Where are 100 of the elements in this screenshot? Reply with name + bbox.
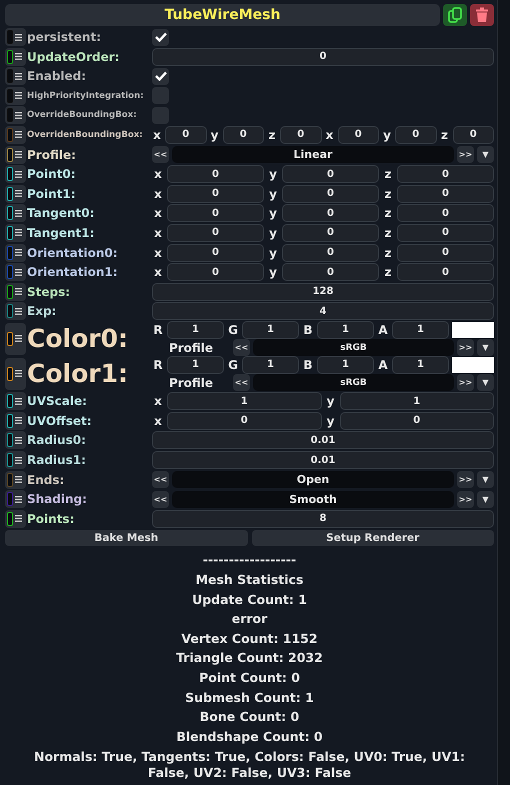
number-field[interactable]: 4 <box>152 302 494 320</box>
profile-label: Profile <box>168 340 214 355</box>
number-field[interactable]: 1 <box>340 392 494 410</box>
previous-button[interactable]: << <box>152 146 169 164</box>
number-field[interactable]: 8 <box>152 510 494 528</box>
number-field[interactable]: 0 <box>282 165 379 184</box>
number-field[interactable]: 1 <box>242 356 299 374</box>
dropdown-button[interactable]: ▼ <box>477 374 494 392</box>
field-handle[interactable] <box>5 204 26 222</box>
number-field[interactable]: 0 <box>165 126 206 144</box>
field-handle[interactable] <box>5 322 26 355</box>
number-field[interactable]: 0 <box>397 244 494 262</box>
next-button[interactable]: >> <box>457 374 474 392</box>
number-field[interactable]: 0.01 <box>152 431 494 450</box>
enum-field[interactable]: sRGB <box>253 374 454 392</box>
previous-button[interactable]: << <box>152 490 169 508</box>
field-handle[interactable] <box>5 392 26 410</box>
field-handle[interactable] <box>5 490 26 508</box>
color-swatch[interactable] <box>452 322 494 338</box>
field-handle[interactable] <box>5 412 26 430</box>
field-handle[interactable] <box>5 244 26 262</box>
enum-field[interactable]: Smooth <box>172 490 454 508</box>
field-handle[interactable] <box>5 263 26 282</box>
field-handle[interactable] <box>5 48 26 66</box>
action-button[interactable]: Setup Renderer <box>252 530 494 546</box>
field-handle[interactable] <box>5 106 26 124</box>
number-field[interactable]: 1 <box>317 320 374 339</box>
field-label: UVScale: <box>27 394 87 408</box>
enum-field[interactable]: Open <box>172 471 454 488</box>
field-handle[interactable] <box>5 28 26 46</box>
dropdown-button[interactable]: ▼ <box>477 339 494 356</box>
number-field[interactable]: 0 <box>397 165 494 184</box>
number-field[interactable]: 0 <box>280 126 322 144</box>
color-swatch[interactable] <box>452 356 494 373</box>
number-field[interactable]: 0 <box>397 263 494 282</box>
number-field[interactable]: 0 <box>167 184 264 203</box>
scrollbar[interactable] <box>497 0 510 785</box>
number-field[interactable]: 0 <box>397 204 494 222</box>
number-field[interactable]: 0 <box>282 263 379 282</box>
axis-label: y <box>326 394 336 408</box>
number-field[interactable]: 0 <box>167 224 264 242</box>
checkbox[interactable] <box>152 28 169 46</box>
field-handle[interactable] <box>5 302 26 320</box>
number-field[interactable]: 0 <box>340 412 494 430</box>
number-field[interactable]: 1 <box>167 392 322 410</box>
number-field[interactable]: 0 <box>167 165 264 184</box>
number-field[interactable]: 0 <box>167 263 264 282</box>
previous-button[interactable]: << <box>152 471 169 488</box>
field-handle[interactable] <box>5 146 26 164</box>
number-field[interactable]: 1 <box>167 356 224 374</box>
dropdown-button[interactable]: ▼ <box>477 146 494 164</box>
next-button[interactable]: >> <box>457 339 474 356</box>
number-field[interactable]: 1 <box>242 320 299 339</box>
field-handle[interactable] <box>5 282 26 301</box>
number-field[interactable]: 0 <box>282 244 379 262</box>
number-field[interactable]: 0 <box>397 184 494 203</box>
number-field[interactable]: 1 <box>392 320 449 339</box>
number-field[interactable]: 0 <box>338 126 379 144</box>
axis-label: y <box>268 206 278 220</box>
number-field[interactable]: 0 <box>152 48 494 66</box>
number-field[interactable]: 0 <box>282 224 379 242</box>
field-handle[interactable] <box>5 470 26 489</box>
field-handle[interactable] <box>5 431 26 450</box>
field-handle[interactable] <box>5 510 26 528</box>
field-handle[interactable] <box>5 451 26 470</box>
field-label: OverridenBoundingBox: <box>27 130 143 140</box>
dropdown-button[interactable]: ▼ <box>477 471 494 488</box>
next-button[interactable]: >> <box>457 471 474 488</box>
field-handle[interactable] <box>5 358 26 390</box>
enum-field[interactable]: Linear <box>172 146 454 164</box>
number-field[interactable]: 0 <box>282 204 379 222</box>
number-field[interactable]: 0 <box>397 224 494 242</box>
previous-button[interactable]: << <box>233 339 250 356</box>
enum-field[interactable]: sRGB <box>253 339 454 356</box>
number-field[interactable]: 1 <box>317 356 374 374</box>
number-field[interactable]: 1 <box>392 356 449 374</box>
next-button[interactable]: >> <box>457 490 474 508</box>
field-handle[interactable] <box>5 67 26 86</box>
number-field[interactable]: 0 <box>452 126 494 144</box>
number-field[interactable]: 0 <box>222 126 264 144</box>
checkbox[interactable] <box>152 68 169 85</box>
number-field[interactable]: 0 <box>167 244 264 262</box>
number-field[interactable]: 0 <box>282 184 379 203</box>
field-handle[interactable] <box>5 126 26 144</box>
duplicate-button[interactable] <box>443 4 467 26</box>
field-handle[interactable] <box>5 224 26 242</box>
next-button[interactable]: >> <box>457 146 474 164</box>
number-field[interactable]: 0 <box>167 204 264 222</box>
number-field[interactable]: 1 <box>167 320 224 339</box>
previous-button[interactable]: << <box>233 374 250 392</box>
delete-button[interactable] <box>470 4 494 26</box>
dropdown-button[interactable]: ▼ <box>477 490 494 508</box>
action-button[interactable]: Bake Mesh <box>5 530 248 546</box>
field-handle[interactable] <box>5 165 26 184</box>
number-field[interactable]: 0 <box>167 412 322 430</box>
field-handle[interactable] <box>5 86 26 105</box>
number-field[interactable]: 0 <box>395 126 436 144</box>
number-field[interactable]: 128 <box>152 282 494 301</box>
number-field[interactable]: 0.01 <box>152 451 494 470</box>
field-handle[interactable] <box>5 184 26 203</box>
